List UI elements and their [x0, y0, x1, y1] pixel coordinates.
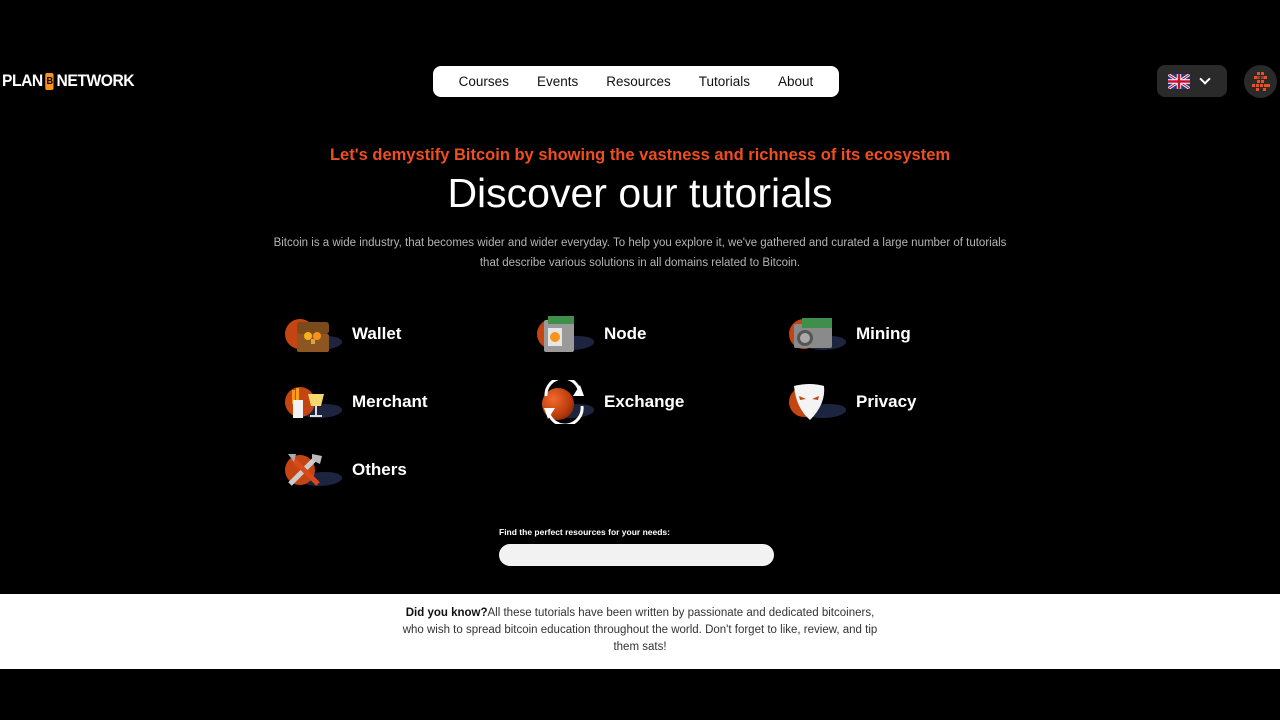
did-you-know-banner: Did you know?All these tutorials have be… — [0, 594, 1280, 669]
treasure-chest-icon — [284, 312, 346, 356]
plan-b-network-logo[interactable]: PLAN B NETWORK — [2, 70, 135, 92]
chevron-down-icon — [1199, 73, 1211, 85]
mask-icon — [788, 380, 850, 424]
hero-tagline: Let's demystify Bitcoin by showing the v… — [329, 146, 951, 164]
category-merchant[interactable]: Merchant — [284, 380, 428, 424]
nav-resources[interactable]: Resources — [592, 74, 685, 89]
node-box-icon — [536, 312, 598, 356]
category-exchange[interactable]: Exchange — [536, 380, 684, 424]
logo-b-badge: B — [45, 72, 54, 90]
logo-text-plan: PLAN — [2, 71, 43, 90]
header: PLAN B NETWORK Courses Events Resources … — [0, 0, 1280, 160]
logo-text-network: NETWORK — [56, 71, 135, 90]
nav-courses[interactable]: Courses — [445, 74, 523, 89]
category-label: Others — [352, 460, 407, 479]
nav-events[interactable]: Events — [523, 74, 592, 89]
search-input[interactable] — [499, 544, 774, 566]
category-wallet[interactable]: Wallet — [284, 312, 401, 356]
did-you-know-heading: Did you know? — [405, 607, 488, 619]
hero-description: Bitcoin is a wide industry, that becomes… — [273, 237, 1007, 269]
drinks-icon — [284, 380, 346, 424]
search-label: Find the perfect resources for your need… — [499, 527, 670, 537]
uk-flag-icon — [1168, 73, 1190, 89]
mining-rig-icon — [788, 312, 850, 356]
exchange-arrows-icon — [536, 380, 598, 424]
category-label: Merchant — [352, 392, 428, 411]
did-you-know-text: Did you know?All these tutorials have be… — [395, 605, 885, 656]
user-avatar-icon[interactable] — [1244, 65, 1277, 98]
nav-tutorials[interactable]: Tutorials — [685, 74, 764, 89]
category-privacy[interactable]: Privacy — [788, 380, 917, 424]
nav-about[interactable]: About — [764, 74, 827, 89]
main-nav: Courses Events Resources Tutorials About — [433, 66, 839, 97]
category-label: Privacy — [856, 392, 917, 411]
category-label: Wallet — [352, 324, 402, 343]
category-mining[interactable]: Mining — [788, 312, 911, 356]
category-label: Mining — [856, 324, 911, 343]
category-others[interactable]: Others — [284, 448, 407, 492]
page-title: Discover our tutorials — [447, 170, 833, 216]
category-node[interactable]: Node — [536, 312, 647, 356]
language-selector[interactable] — [1157, 65, 1227, 97]
tools-icon — [284, 448, 346, 492]
category-label: Node — [604, 324, 647, 343]
category-label: Exchange — [604, 392, 685, 411]
